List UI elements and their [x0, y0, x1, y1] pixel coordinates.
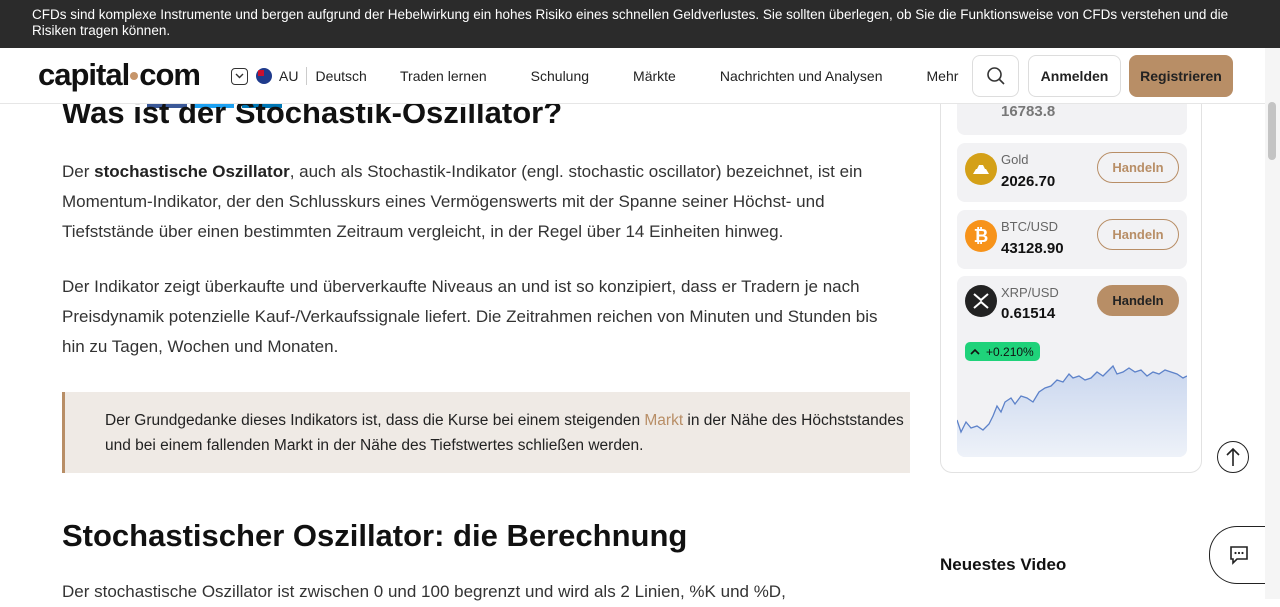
asset-price: 2026.70: [1001, 173, 1056, 190]
paragraph-indicator: Der Indikator zeigt überkaufte und überv…: [62, 277, 878, 356]
market-widget: 16783.8 Gold 2026.70 Handeln ₿ BTC/USD 4…: [940, 77, 1202, 473]
bitcoin-icon: ₿: [965, 220, 997, 252]
site-header: capital com AU Deutsch Traden lernen Schu…: [0, 48, 1265, 104]
asset-name: BTC/USD: [1001, 219, 1059, 234]
main-nav: Traden lernen Schulung Märkte Nachrichte…: [400, 68, 1002, 84]
language-label[interactable]: Deutsch: [315, 68, 366, 84]
nav-item-nachrichten[interactable]: Nachrichten und Analysen: [720, 68, 883, 84]
logo-text-left: capital: [38, 57, 130, 92]
nav-item-maerkte[interactable]: Märkte: [633, 68, 676, 84]
change-badge: +0.210%: [965, 342, 1040, 361]
risk-warning-bar: CFDs sind komplexe Instrumente und berge…: [0, 0, 1280, 48]
nav-item-schulung[interactable]: Schulung: [531, 68, 589, 84]
register-button[interactable]: Registrieren: [1129, 55, 1233, 97]
locale-selector[interactable]: AU Deutsch: [231, 67, 367, 85]
markt-link[interactable]: Markt: [644, 412, 683, 429]
gold-icon: [965, 153, 997, 185]
price-sparkline: [957, 364, 1187, 457]
logo-dot: [130, 72, 139, 80]
arrow-up-icon: [970, 348, 980, 355]
page-scrollbar[interactable]: [1265, 48, 1280, 599]
paragraph-berechnung: Der stochastische Oszillator ist zwische…: [62, 582, 786, 601]
login-button[interactable]: Anmelden: [1028, 55, 1121, 97]
asset-name: Gold: [1001, 152, 1029, 167]
asset-card-btc[interactable]: ₿ BTC/USD 43128.90 Handeln: [957, 210, 1187, 269]
trade-button-btc[interactable]: Handeln: [1097, 219, 1179, 250]
highlight-quote: Der Grundgedanke dieses Indikators ist, …: [62, 392, 910, 473]
chat-icon: [1229, 546, 1248, 565]
trade-button-xrp[interactable]: Handeln: [1097, 285, 1179, 316]
paragraph-intro: Der stochastische Oszillator, auch als S…: [62, 162, 863, 241]
nav-item-mehr[interactable]: Mehr: [927, 68, 959, 84]
asset-name: XRP/USD: [1001, 285, 1059, 300]
arrow-up-icon: [1226, 447, 1240, 466]
bold-term: stochastische Oszillator: [94, 162, 290, 181]
risk-warning-text: CFDs sind komplexe Instrumente und berge…: [32, 7, 1229, 38]
section-heading-berechnung: Stochastischer Oszillator: die Berechnun…: [62, 518, 688, 553]
asset-card-gold[interactable]: Gold 2026.70 Handeln: [957, 143, 1187, 202]
section-heading-partial: Was ist der Stochastik-Oszillator?: [62, 100, 563, 130]
divider: [306, 67, 308, 85]
search-icon: [986, 67, 1005, 85]
logo-text-right: com: [139, 57, 201, 92]
scroll-to-top-button[interactable]: [1217, 441, 1249, 473]
logo[interactable]: capital com: [38, 57, 201, 93]
chevron-down-icon[interactable]: [231, 67, 248, 85]
asset-price: 43128.90: [1001, 240, 1064, 257]
trade-button-gold[interactable]: Handeln: [1097, 152, 1179, 183]
australia-flag-icon: [256, 68, 272, 84]
asset-card-xrp[interactable]: XRP/USD 0.61514 Handeln +0.210%: [957, 276, 1187, 457]
xrp-icon: [965, 285, 997, 317]
scrollbar-thumb[interactable]: [1268, 102, 1276, 160]
nav-item-traden-lernen[interactable]: Traden lernen: [400, 68, 487, 84]
chat-button[interactable]: [1209, 526, 1267, 584]
asset-price-partial: 16783.8: [1001, 103, 1056, 120]
asset-price: 0.61514: [1001, 305, 1056, 322]
newest-video-heading: Neuestes Video: [940, 555, 1067, 574]
region-label: AU: [279, 68, 299, 84]
search-button[interactable]: [972, 55, 1019, 97]
